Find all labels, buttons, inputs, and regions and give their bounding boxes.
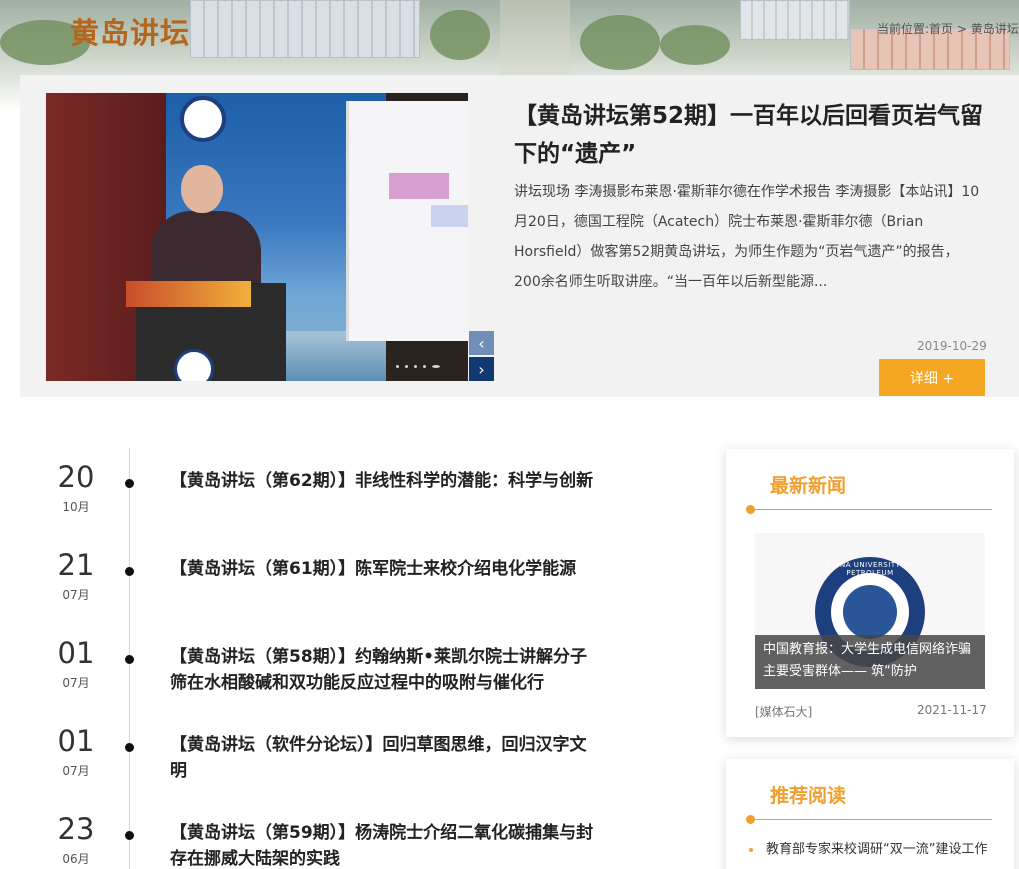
site-title: 黄岛讲坛: [70, 16, 191, 50]
banner-tree: [580, 15, 660, 70]
photo-presentation-slide: [346, 101, 468, 341]
timeline-day: 01: [57, 724, 95, 758]
featured-date: 2019-10-29: [917, 339, 987, 353]
timeline-day: 20: [57, 460, 95, 494]
slider-dot[interactable]: [414, 365, 417, 368]
breadcrumb: 当前位置:首页 > 黄岛讲坛: [877, 20, 1019, 37]
timeline-day: 21: [57, 548, 95, 582]
timeline-day: 23: [57, 812, 95, 846]
banner-tree: [430, 10, 490, 60]
news-source: [媒体石大]: [755, 705, 813, 719]
slider-dot[interactable]: [405, 365, 408, 368]
speaker-head: [181, 165, 223, 213]
timeline-month: 07月: [62, 676, 90, 690]
timeline-month: 07月: [62, 764, 90, 778]
featured-summary: 讲坛现场 李涛摄影布莱恩·霍斯菲尔德在作学术报告 李涛摄影【本站讯】10月20日…: [514, 184, 980, 290]
breadcrumb-current: 黄岛讲坛: [970, 22, 1019, 36]
details-button[interactable]: 详细 +: [879, 359, 985, 396]
podium-banner: [126, 281, 251, 307]
slide-box: [431, 205, 468, 227]
slider-dot[interactable]: [396, 365, 399, 368]
heading-rule: [746, 815, 992, 824]
banner-building: [740, 0, 850, 40]
banner-tree: [660, 25, 730, 65]
timeline-item[interactable]: 21 07月 【黄岛讲坛（第61期）】陈军院士来校介绍电化学能源: [0, 550, 700, 638]
timeline-dot-icon: [125, 831, 134, 840]
news-caption[interactable]: 中国教育报：大学生成电信网络诈骗主要受害群体—— 筑“防护: [755, 635, 985, 689]
timeline-item[interactable]: 20 10月 【黄岛讲坛（第62期）】非线性科学的潜能：科学与创新: [0, 462, 700, 550]
news-date: 2021-11-17: [917, 703, 987, 717]
news-image[interactable]: CHINA UNIVERSITY OF PETROLEUM 1953 中国教育报…: [755, 533, 985, 689]
podium-seal-icon: [174, 349, 214, 381]
timeline-month: 07月: [62, 588, 90, 602]
timeline-title-link[interactable]: 【黄岛讲坛（第61期）】陈军院士来校介绍电化学能源: [170, 556, 600, 582]
prev-arrow-icon[interactable]: ‹: [469, 331, 494, 355]
featured-slider: ‹ › 【黄岛讲坛第52期】一百年以后回看页岩气留下的“遗产” 讲坛现场 李涛摄…: [20, 75, 1019, 397]
timeline-month: 06月: [62, 852, 90, 866]
logo-core: [843, 585, 897, 639]
latest-news-card: 最新新闻 CHINA UNIVERSITY OF PETROLEUM 1953 …: [726, 449, 1014, 737]
featured-photo[interactable]: [46, 93, 468, 381]
slider-dot[interactable]: [423, 365, 426, 368]
recommended-card: 推荐阅读 教育部专家来校调研“双一流”建设工作: [726, 759, 1014, 869]
university-seal-icon: [180, 96, 226, 142]
timeline-month: 10月: [62, 500, 90, 514]
timeline-title-link[interactable]: 【黄岛讲坛（第62期）】非线性科学的潜能：科学与创新: [170, 468, 600, 494]
recommended-item[interactable]: 教育部专家来校调研“双一流”建设工作: [746, 839, 996, 861]
timeline-dot-icon: [125, 479, 134, 488]
timeline-title-link[interactable]: 【黄岛讲坛（软件分论坛）】回归草图思维，回归汉字文明: [170, 732, 600, 784]
slider-dot-active[interactable]: [432, 365, 440, 368]
heading-rule: [746, 505, 992, 514]
latest-news-heading: 最新新闻: [770, 475, 847, 497]
timeline-dot-icon: [125, 567, 134, 576]
banner-building: [190, 0, 420, 58]
banner-road: [500, 0, 570, 80]
timeline-dot-icon: [125, 743, 134, 752]
timeline-item[interactable]: 01 07月 【黄岛讲坛（软件分论坛）】回归草图思维，回归汉字文明: [0, 726, 700, 814]
timeline-title-link[interactable]: 【黄岛讲坛（第58期）】约翰纳斯•莱凯尔院士讲解分子筛在水相酸碱和双功能反应过程…: [170, 644, 600, 696]
timeline-item[interactable]: 23 06月 【黄岛讲坛（第59期）】杨涛院士介绍二氧化碳捕集与封存在挪威大陆架的实…: [0, 814, 700, 869]
breadcrumb-separator: >: [956, 22, 967, 36]
breadcrumb-prefix: 当前位置:: [877, 22, 930, 36]
featured-title[interactable]: 【黄岛讲坛第52期】一百年以后回看页岩气留下的“遗产”: [514, 97, 984, 173]
timeline-dot-icon: [125, 655, 134, 664]
recommended-heading: 推荐阅读: [770, 785, 847, 807]
breadcrumb-home-link[interactable]: 首页: [929, 22, 953, 36]
timeline-title-link[interactable]: 【黄岛讲坛（第59期）】杨涛院士介绍二氧化碳捕集与封存在挪威大陆架的实践: [170, 820, 600, 869]
timeline-day: 01: [57, 636, 95, 670]
slide-box: [389, 173, 449, 199]
slider-dots[interactable]: [396, 365, 440, 368]
next-arrow-icon[interactable]: ›: [469, 357, 494, 381]
timeline-item[interactable]: 01 07月 【黄岛讲坛（第58期）】约翰纳斯•莱凯尔院士讲解分子筛在水相酸碱和双功…: [0, 638, 700, 726]
